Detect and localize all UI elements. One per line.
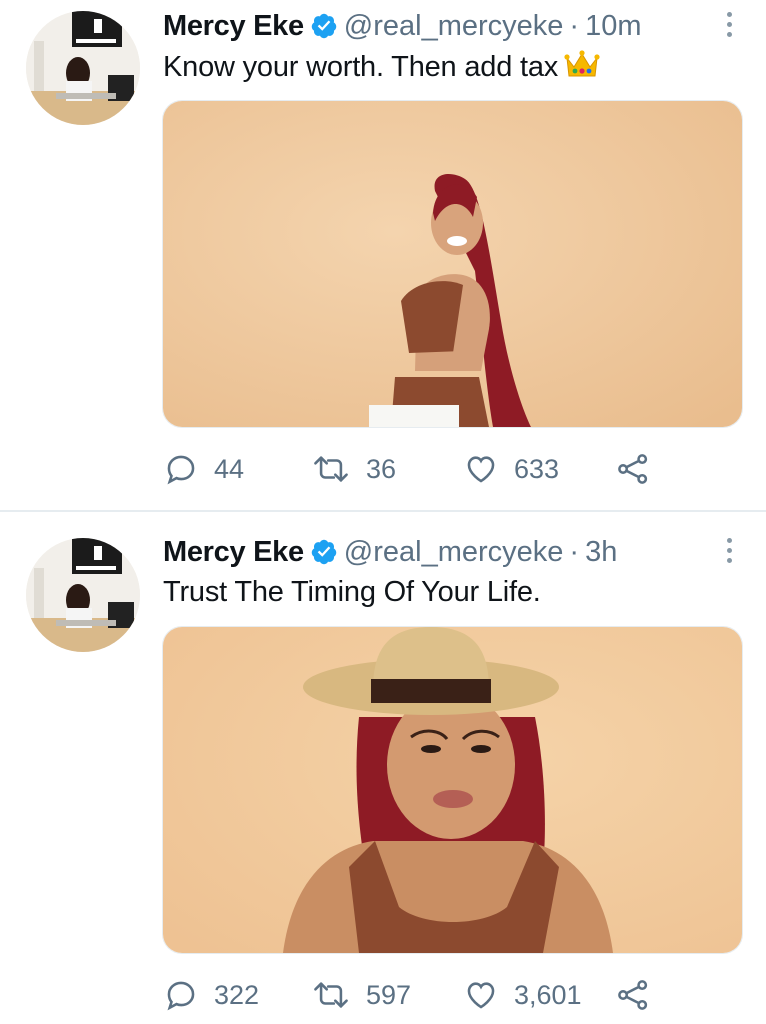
like-count: 633 <box>514 453 560 484</box>
like-button[interactable]: 3,601 <box>464 975 582 1015</box>
tweet-actions: 322 597 3,601 <box>164 975 664 1015</box>
separator: · <box>569 535 580 568</box>
timestamp[interactable]: 3h <box>585 536 617 569</box>
like-button[interactable]: 633 <box>464 449 559 489</box>
reply-button[interactable]: 44 <box>164 449 244 489</box>
verified-badge-icon <box>311 539 337 565</box>
tweet-text: Know your worth. Then add tax <box>163 50 600 84</box>
retweet-button[interactable]: 597 <box>312 975 411 1015</box>
more-options-icon[interactable] <box>724 538 734 568</box>
author-avatar[interactable] <box>26 538 140 652</box>
share-button[interactable] <box>616 975 666 1015</box>
tweet-text: Trust The Timing Of Your Life. <box>163 576 541 608</box>
retweet-icon <box>314 982 348 1008</box>
reply-count: 44 <box>214 453 245 484</box>
tweet-header: Mercy Eke @real_mercyeke · 10m <box>163 6 642 46</box>
separator: · <box>569 9 580 42</box>
retweet-count: 36 <box>366 453 397 484</box>
reply-icon <box>167 981 195 1011</box>
timestamp[interactable]: 10m <box>585 10 641 43</box>
reply-count: 322 <box>214 979 260 1010</box>
retweet-button[interactable]: 36 <box>312 449 396 489</box>
author-name[interactable]: Mercy Eke <box>163 536 304 569</box>
retweet-icon <box>314 456 348 482</box>
share-button[interactable] <box>616 449 666 489</box>
more-options-icon[interactable] <box>724 12 734 42</box>
tweet-header: Mercy Eke @real_mercyeke · 3h <box>163 532 617 572</box>
tweet-actions: 44 36 633 <box>164 449 664 489</box>
author-name[interactable]: Mercy Eke <box>163 10 304 43</box>
author-avatar[interactable] <box>26 11 140 125</box>
tweet-image[interactable] <box>162 100 743 428</box>
share-icon <box>618 980 648 1010</box>
author-handle[interactable]: @real_mercyeke <box>344 10 564 43</box>
author-handle[interactable]: @real_mercyeke <box>344 536 564 569</box>
like-count: 3,601 <box>514 979 582 1010</box>
reply-button[interactable]: 322 <box>164 975 259 1015</box>
tweet-image[interactable] <box>162 626 743 954</box>
tweet-2[interactable]: Mercy Eke @real_mercyeke · 3h Trust The … <box>0 512 766 1024</box>
heart-icon <box>467 982 495 1009</box>
reply-icon <box>167 455 195 485</box>
crown-icon <box>564 50 600 77</box>
heart-icon <box>467 456 495 483</box>
retweet-count: 597 <box>366 979 412 1010</box>
tweet-1[interactable]: Mercy Eke @real_mercyeke · 10m Know your… <box>0 0 766 511</box>
share-icon <box>618 454 648 484</box>
tweet-text-content: Know your worth. Then add tax <box>163 51 559 83</box>
verified-badge-icon <box>311 13 337 39</box>
